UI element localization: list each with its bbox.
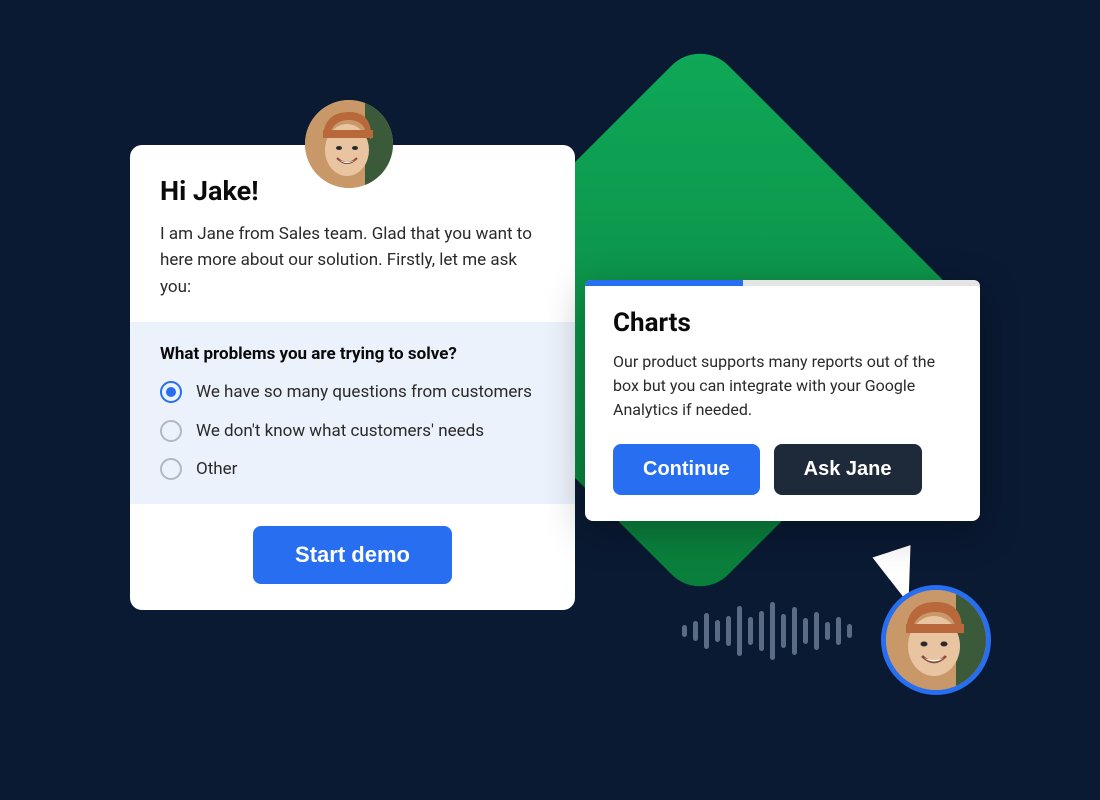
wave-bar	[726, 616, 731, 646]
wave-bar	[803, 618, 808, 644]
radio-option-0[interactable]: We have so many questions from customers	[160, 380, 545, 405]
wave-bar	[770, 602, 775, 660]
wave-bar	[704, 613, 709, 649]
avatar-bottom	[881, 585, 991, 695]
start-demo-button[interactable]: Start demo	[253, 526, 452, 584]
radio-icon	[160, 458, 182, 480]
radio-option-2[interactable]: Other	[160, 457, 545, 482]
wave-bar	[693, 621, 698, 641]
wave-bar	[737, 606, 742, 656]
charts-card: Charts Our product supports many reports…	[585, 280, 980, 521]
waveform-icon	[682, 602, 852, 660]
ask-jane-button[interactable]: Ask Jane	[774, 444, 922, 495]
question-title: What problems you are trying to solve?	[160, 344, 545, 364]
continue-button[interactable]: Continue	[613, 444, 760, 495]
charts-title: Charts	[613, 308, 952, 338]
intro-card: Hi Jake! I am Jane from Sales team. Glad…	[130, 145, 575, 610]
wave-bar	[836, 617, 841, 645]
avatar-top	[305, 100, 393, 188]
radio-icon	[160, 381, 182, 403]
wave-bar	[847, 624, 852, 638]
wave-bar	[814, 612, 819, 650]
intro-text: I am Jane from Sales team. Glad that you…	[130, 221, 575, 322]
wave-bar	[825, 622, 830, 640]
wave-bar	[781, 614, 786, 648]
radio-option-1[interactable]: We don't know what customers' needs	[160, 419, 545, 444]
wave-bar	[682, 625, 687, 637]
radio-icon	[160, 420, 182, 442]
radio-label: Other	[196, 457, 237, 482]
radio-label: We don't know what customers' needs	[196, 419, 484, 444]
question-box: What problems you are trying to solve? W…	[130, 322, 575, 504]
button-row: Continue Ask Jane	[613, 444, 952, 495]
wave-bar	[792, 607, 797, 655]
radio-label: We have so many questions from customers	[196, 380, 532, 405]
wave-bar	[715, 620, 720, 642]
wave-bar	[759, 611, 764, 651]
wave-bar	[748, 617, 753, 645]
charts-body: Our product supports many reports out of…	[613, 350, 952, 422]
